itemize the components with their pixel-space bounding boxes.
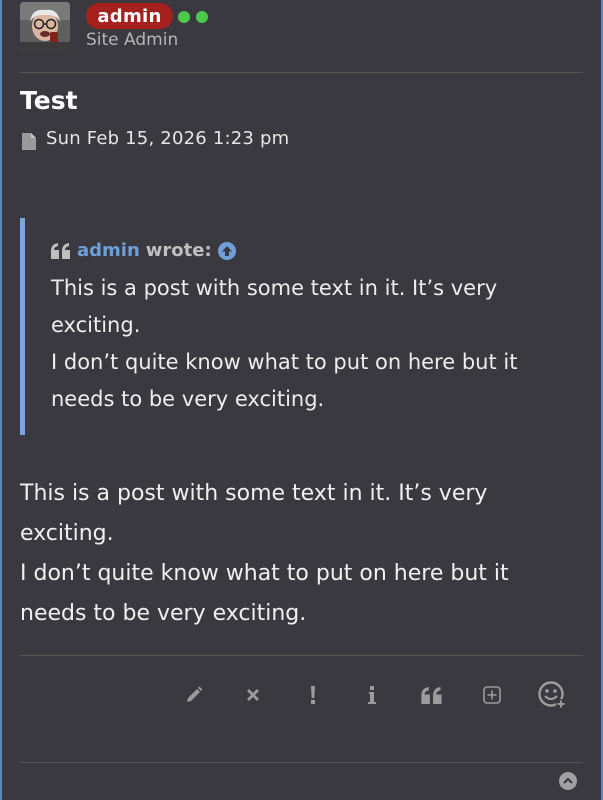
- quote-block: admin wrote: This is a post with some te…: [20, 218, 565, 435]
- chevron-up-icon: [563, 777, 573, 784]
- actions-divider: [20, 655, 583, 656]
- quote-header: admin wrote:: [51, 240, 236, 261]
- post-footer-divider: [20, 762, 583, 763]
- quote-author-link[interactable]: admin: [77, 240, 140, 261]
- quote-mark-icon: [51, 242, 70, 259]
- delete-button[interactable]: [238, 680, 268, 710]
- multiquote-button[interactable]: [477, 680, 507, 710]
- quote-line: This is a post with some text in it. It’…: [51, 276, 498, 337]
- edit-button[interactable]: [179, 680, 209, 710]
- body-line: This is a post with some text in it. It’…: [20, 481, 488, 546]
- post-file-icon[interactable]: [22, 133, 36, 150]
- post-date: Sun Feb 15, 2026 1:23 pm: [46, 128, 290, 149]
- body-line: I don’t quite know what to put on here b…: [20, 561, 509, 626]
- report-button[interactable]: [298, 680, 328, 710]
- post-title[interactable]: Test: [20, 86, 78, 115]
- quote-text: This is a post with some text in it. It’…: [51, 270, 551, 418]
- quote-line: I don’t quite know what to put on here b…: [51, 350, 518, 411]
- header-divider: [20, 72, 583, 73]
- user-rank: Site Admin: [86, 30, 179, 50]
- info-icon: [368, 686, 376, 704]
- exclamation-icon: [311, 686, 315, 704]
- info-button[interactable]: [357, 680, 387, 710]
- username-badge[interactable]: admin: [86, 3, 173, 29]
- add-reaction-button[interactable]: [537, 680, 567, 710]
- avatar[interactable]: [20, 2, 70, 52]
- online-status-icon: [178, 11, 190, 23]
- quote-button[interactable]: [417, 680, 447, 710]
- smiley-add-icon: [538, 681, 566, 709]
- back-to-top-button[interactable]: [559, 772, 577, 790]
- plus-square-icon: [483, 686, 501, 704]
- quote-wrote-label: wrote:: [145, 240, 212, 261]
- close-icon: [247, 689, 259, 701]
- arrow-up-circle-icon[interactable]: [217, 241, 236, 260]
- post-actions-bar: [0, 680, 603, 712]
- pencil-icon: [187, 686, 203, 702]
- username: admin: [97, 5, 162, 27]
- post-body: This is a post with some text in it. It’…: [20, 474, 580, 634]
- online-status-icon: [196, 11, 208, 23]
- quote-mark-icon: [421, 686, 442, 704]
